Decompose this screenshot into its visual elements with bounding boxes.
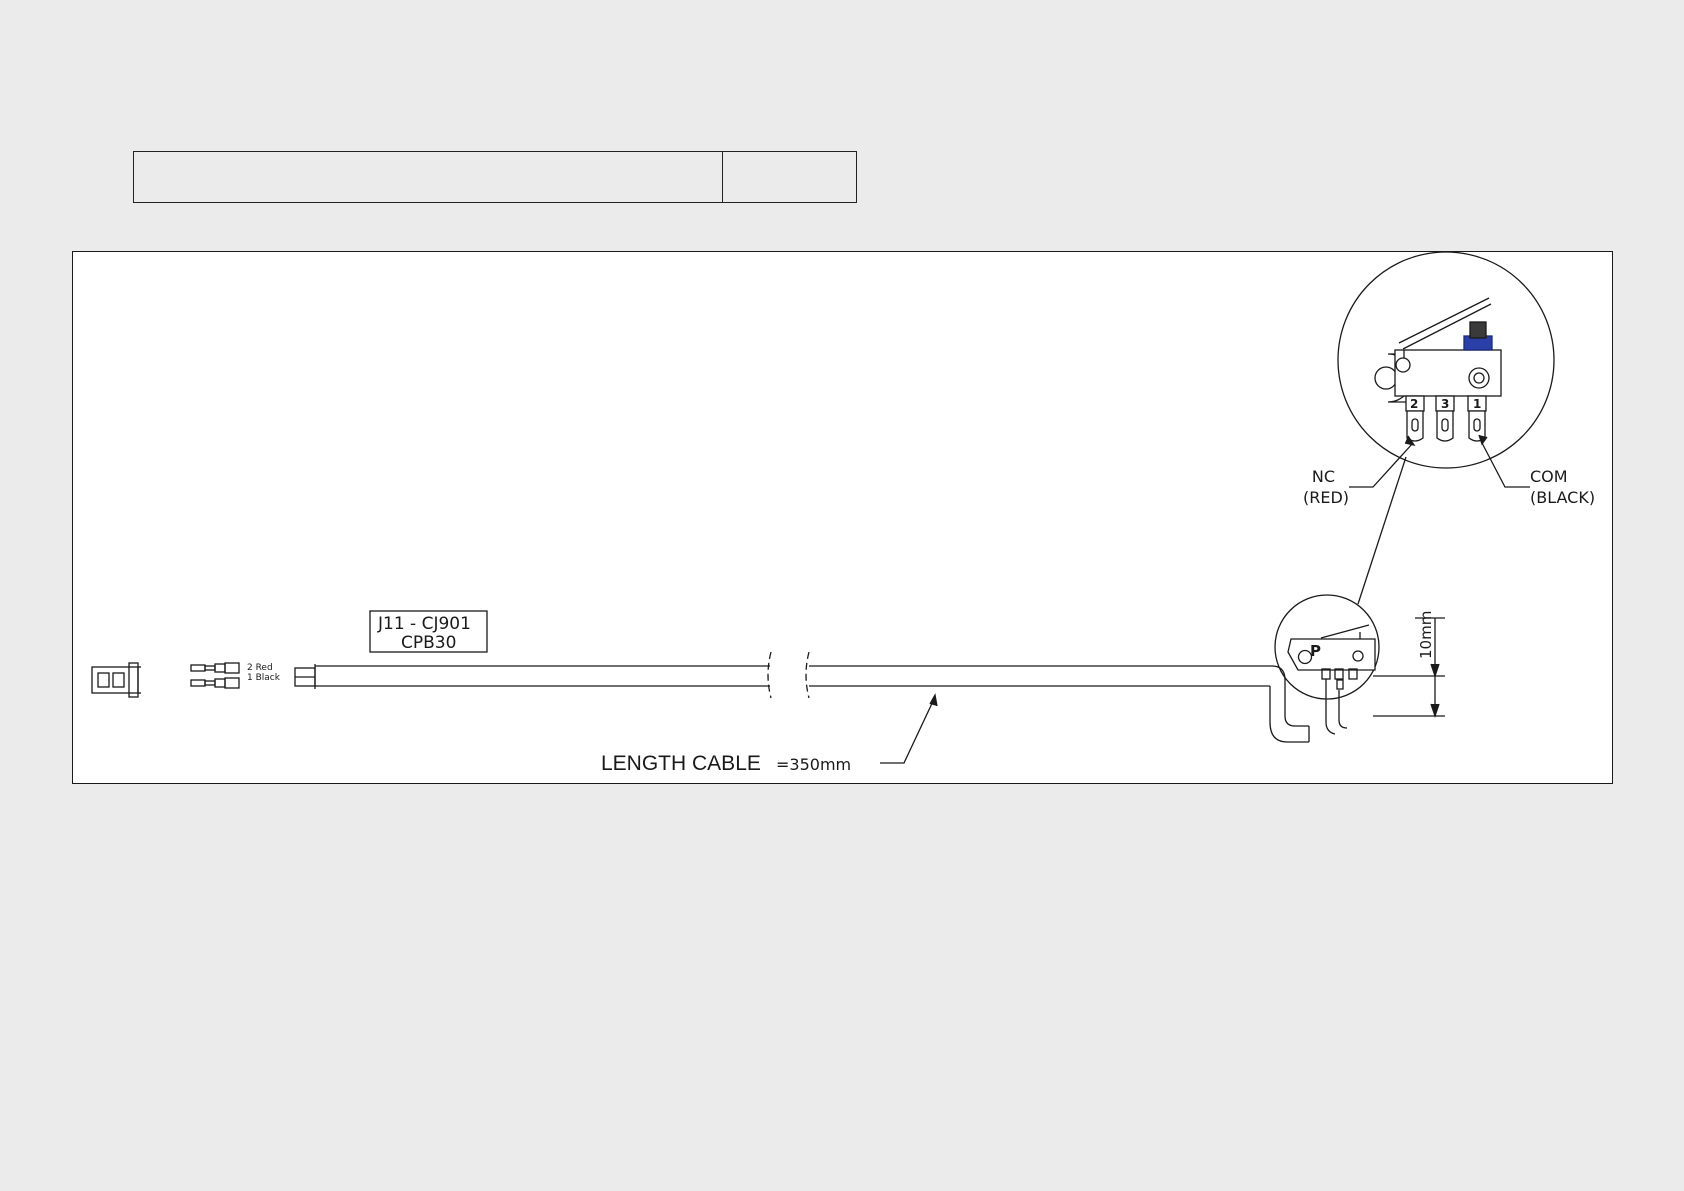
wire-label-black: 1 Black bbox=[247, 673, 281, 683]
connector-housing-icon bbox=[91, 662, 141, 698]
cable-length-prefix: LENGTH CABLE bbox=[601, 752, 761, 775]
title-block-cell-side bbox=[723, 152, 856, 202]
cable bbox=[314, 664, 1310, 743]
drawing-frame: J11 - CJ901 CPB30 2 Red 1 Black LENGTH C… bbox=[72, 251, 1613, 784]
dimension-label: 10mm bbox=[1417, 611, 1435, 659]
small-switch-mark: P bbox=[1310, 642, 1321, 660]
nc-label: NC bbox=[1312, 467, 1335, 486]
title-block-cell-main bbox=[134, 152, 723, 202]
length-leader bbox=[880, 693, 938, 764]
wire-label-red: 2 Red bbox=[247, 663, 273, 673]
nc-color-label: (RED) bbox=[1303, 488, 1349, 507]
microswitch-small-icon bbox=[1274, 594, 1380, 735]
connector-label-line1: J11 - CJ901 bbox=[377, 614, 471, 634]
crimp-terminals-icon bbox=[190, 662, 240, 689]
com-color-label: (BLACK) bbox=[1530, 488, 1595, 507]
cable-length-value: =350mm bbox=[776, 755, 851, 774]
connector-label-line2: CPB30 bbox=[401, 633, 456, 653]
pin-label-2: 2 bbox=[1410, 397, 1418, 411]
pin-label-3: 3 bbox=[1441, 397, 1449, 411]
pin-label-1: 1 bbox=[1473, 397, 1481, 411]
cable-break-marks bbox=[767, 651, 810, 699]
com-label: COM bbox=[1530, 467, 1568, 486]
actuator-button-icon bbox=[1463, 321, 1493, 351]
cable-wire-ends bbox=[294, 667, 316, 687]
title-block-table bbox=[133, 151, 857, 203]
wiring-diagram: J11 - CJ901 CPB30 2 Red 1 Black LENGTH C… bbox=[91, 252, 1595, 775]
detail-leader-line bbox=[1357, 456, 1407, 605]
